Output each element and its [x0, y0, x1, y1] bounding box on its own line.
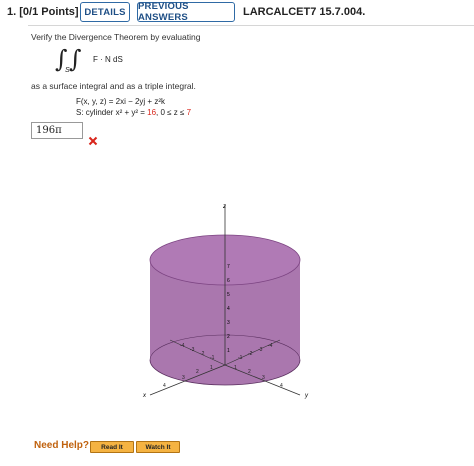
surface-integral: ∫ ∫ S F · N dS	[55, 45, 145, 77]
svg-text:1: 1	[210, 365, 213, 371]
integral-expression: F · N dS	[93, 55, 123, 64]
z-tick: 3	[227, 320, 230, 326]
svg-text:-2: -2	[200, 351, 205, 357]
z-tick: 4	[227, 306, 230, 312]
svg-text:2: 2	[196, 369, 199, 375]
svg-text:-1: -1	[238, 355, 243, 361]
svg-text:1: 1	[234, 365, 237, 371]
svg-text:2: 2	[248, 369, 251, 375]
y-axis-label: y	[304, 393, 309, 399]
svg-text:3: 3	[262, 375, 265, 381]
x-axis-label: x	[142, 393, 147, 399]
previous-answers-button[interactable]: PREVIOUS ANSWERS	[137, 1, 235, 23]
z-tick: 6	[227, 278, 230, 284]
svg-text:4: 4	[280, 383, 283, 389]
z-tick: 1	[227, 348, 230, 354]
details-button[interactable]: DETAILS	[80, 2, 130, 22]
answer-input[interactable]: 196π	[31, 122, 83, 139]
surface-definition: S: cylinder x² + y² = 16, 0 ≤ z ≤ 7	[76, 108, 192, 117]
question-header: 1. [0/1 Points] DETAILS PREVIOUS ANSWERS…	[0, 0, 474, 24]
z-tick: 7	[227, 264, 230, 270]
problem-as-line: as a surface integral and as a triple in…	[31, 81, 196, 91]
vector-field: F(x, y, z) = 2xi − 2yj + z²k	[76, 97, 165, 106]
cylinder-graph: z x y 1 2 3 4 5 6 7 4 3 2 1 1 2 3 4 -4 -…	[142, 204, 309, 399]
integral-sign: ∫	[69, 45, 82, 73]
svg-text:3: 3	[182, 375, 185, 381]
problem-code: LARCALCET7 15.7.004.	[243, 6, 366, 18]
z-tick: 5	[227, 292, 230, 298]
svg-text:-4: -4	[180, 343, 185, 349]
svg-text:4: 4	[163, 383, 166, 389]
svg-text:-1: -1	[210, 355, 215, 361]
question-label: 1. [0/1 Points]	[7, 6, 79, 18]
svg-text:-4: -4	[268, 343, 273, 349]
z-tick: 2	[227, 334, 230, 340]
z-axis-label: z	[222, 204, 226, 210]
svg-text:-2: -2	[248, 351, 253, 357]
read-it-button[interactable]: Read It	[90, 441, 134, 453]
problem-intro: Verify the Divergence Theorem by evaluat…	[31, 32, 201, 42]
svg-text:-3: -3	[258, 347, 263, 353]
svg-text:-3: -3	[190, 347, 195, 353]
integral-subscript: S	[65, 67, 70, 74]
need-help-label: Need Help?	[34, 440, 90, 451]
header-divider	[28, 25, 474, 26]
watch-it-button[interactable]: Watch It	[136, 441, 180, 453]
x-icon	[88, 136, 98, 146]
